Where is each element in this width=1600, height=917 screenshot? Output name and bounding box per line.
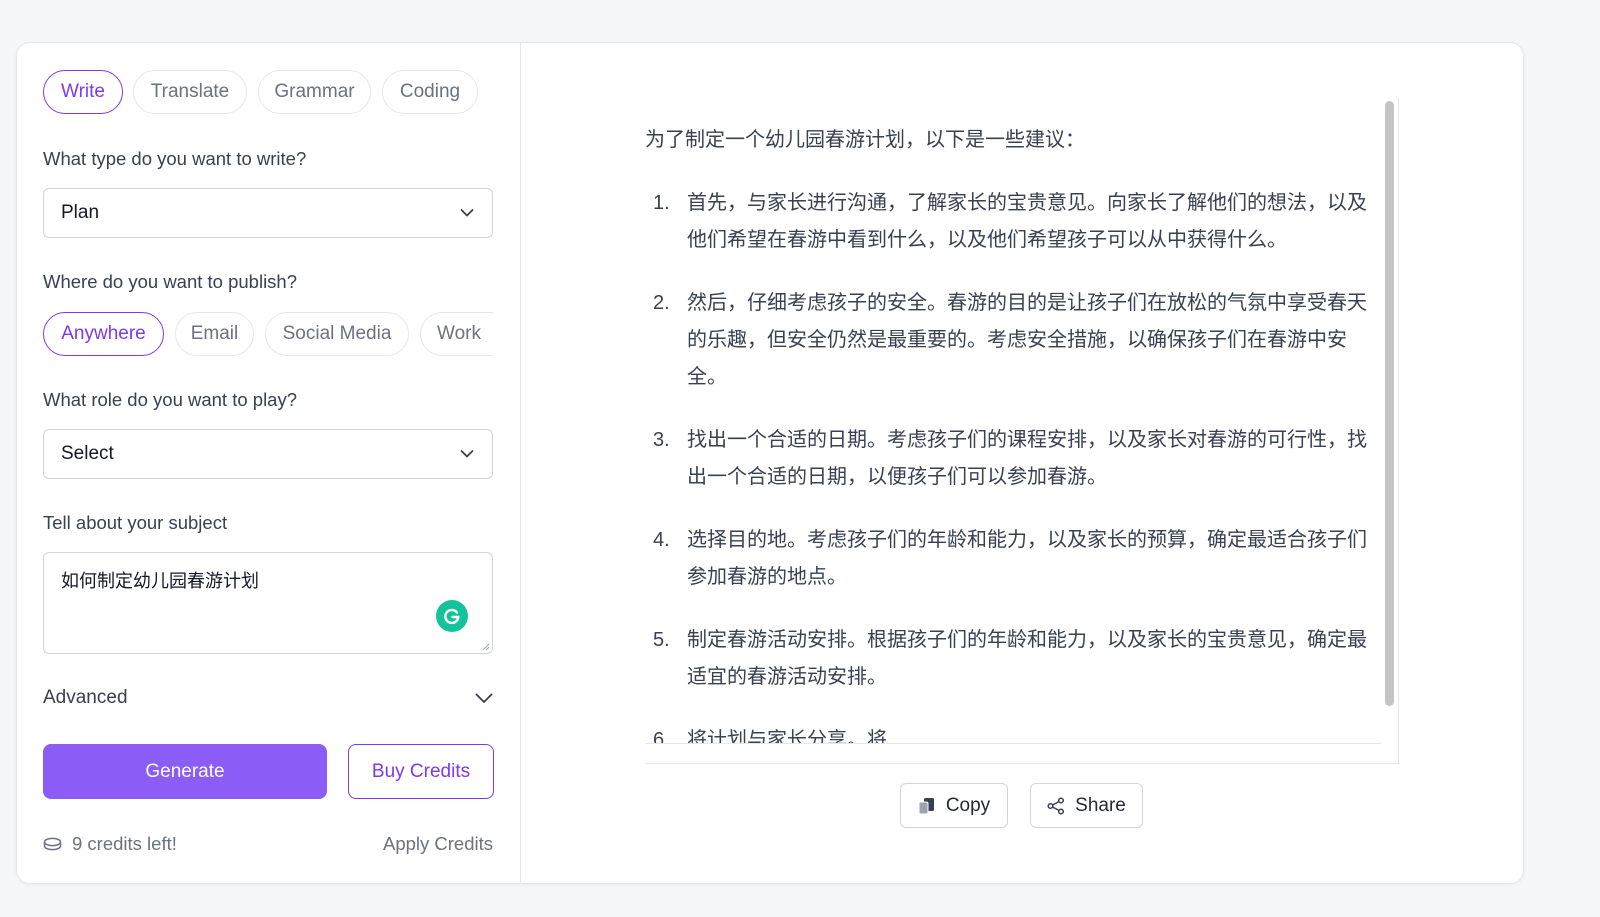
- input-panel: Write Translate Grammar Coding What type…: [17, 43, 521, 883]
- output-list: 1. 首先，与家长进行沟通，了解家长的宝贵意见。向家长了解他们的想法，以及他们希…: [645, 185, 1381, 744]
- share-icon: [1047, 796, 1065, 815]
- list-item: 4. 选择目的地。考虑孩子们的年龄和能力，以及家长的预算，确定最适合孩子们参加春…: [645, 522, 1381, 596]
- subject-textarea[interactable]: 如何制定幼儿园春游计划: [43, 552, 493, 654]
- list-item: 1. 首先，与家长进行沟通，了解家长的宝贵意见。向家长了解他们的想法，以及他们希…: [645, 185, 1381, 259]
- list-item-text: 首先，与家长进行沟通，了解家长的宝贵意见。向家长了解他们的想法，以及他们希望在春…: [687, 192, 1367, 251]
- list-item-text: 将计划与家长分享。将: [687, 729, 887, 744]
- list-item-number: 3.: [653, 429, 670, 451]
- copy-label: Copy: [945, 794, 991, 816]
- role-select-value: Select: [61, 443, 114, 464]
- list-item-text: 然后，仔细考虑孩子的安全。春游的目的是让孩子们在放松的气氛中享受春天的乐趣，但安…: [687, 292, 1367, 388]
- list-item-number: 4.: [653, 529, 670, 551]
- grammarly-icon[interactable]: [436, 600, 468, 632]
- type-question-label: What type do you want to write?: [43, 148, 307, 169]
- copy-button[interactable]: Copy: [900, 783, 1008, 828]
- output-intro: 为了制定一个幼儿园春游计划，以下是一些建议：: [645, 129, 1085, 151]
- list-item-text: 制定春游活动安排。根据孩子们的年龄和能力，以及家长的宝贵意见，确定最适宜的春游活…: [687, 629, 1367, 688]
- advanced-label: Advanced: [43, 687, 128, 708]
- list-item: 3. 找出一个合适的日期。考虑孩子们的课程安排，以及家长对春游的可行性，找出一个…: [645, 422, 1381, 496]
- advanced-toggle[interactable]: Advanced: [43, 683, 493, 713]
- subject-text: 如何制定幼儿园春游计划: [61, 571, 259, 591]
- credits-row: 9 credits left! Apply Credits: [43, 829, 493, 859]
- buy-credits-button[interactable]: Buy Credits: [348, 744, 494, 799]
- tab-coding[interactable]: Coding: [382, 70, 478, 114]
- coins-icon: [43, 837, 62, 851]
- tab-translate[interactable]: Translate: [133, 70, 247, 114]
- output-scroll-area: 为了制定一个幼儿园春游计划，以下是一些建议： 1. 首先，与家长进行沟通，了解家…: [645, 98, 1381, 744]
- list-item-number: 6.: [653, 729, 670, 744]
- list-item: 2. 然后，仔细考虑孩子的安全。春游的目的是让孩子们在放松的气氛中享受春天的乐趣…: [645, 285, 1381, 396]
- list-item-number: 2.: [653, 292, 670, 314]
- list-item-text: 找出一个合适的日期。考虑孩子们的课程安排，以及家长对春游的可行性，找出一个合适的…: [687, 429, 1367, 488]
- chevron-down-icon: [460, 449, 474, 458]
- generate-button[interactable]: Generate: [43, 744, 327, 799]
- publish-question-label: Where do you want to publish?: [43, 271, 298, 292]
- subject-question-label: Tell about your subject: [43, 512, 228, 533]
- resize-handle-icon[interactable]: [480, 641, 490, 651]
- writer-card: Write Translate Grammar Coding What type…: [16, 42, 1524, 884]
- role-select[interactable]: Select: [43, 429, 493, 479]
- apply-credits-link[interactable]: Apply Credits: [383, 833, 493, 855]
- share-button[interactable]: Share: [1030, 783, 1143, 828]
- type-select-value: Plan: [61, 202, 100, 223]
- tab-grammar[interactable]: Grammar: [258, 70, 371, 114]
- output-scrollbar[interactable]: [1385, 101, 1394, 706]
- output-box: 为了制定一个幼儿园春游计划，以下是一些建议： 1. 首先，与家长进行沟通，了解家…: [645, 98, 1399, 764]
- credits-left-text: 9 credits left!: [72, 833, 177, 854]
- list-item-number: 1.: [653, 192, 670, 214]
- publish-work[interactable]: Work: [420, 312, 493, 356]
- list-item: 6. 将计划与家长分享。将: [645, 722, 1381, 744]
- list-item-text: 选择目的地。考虑孩子们的年龄和能力，以及家长的预算，确定最适合孩子们参加春游的地…: [687, 529, 1367, 588]
- publish-email[interactable]: Email: [175, 312, 254, 356]
- type-select[interactable]: Plan: [43, 188, 493, 238]
- share-label: Share: [1075, 794, 1126, 816]
- list-item: 5. 制定春游活动安排。根据孩子们的年龄和能力，以及家长的宝贵意见，确定最适宜的…: [645, 622, 1381, 696]
- role-question-label: What role do you want to play?: [43, 389, 298, 410]
- list-item-number: 5.: [653, 629, 670, 651]
- copy-icon: [918, 797, 934, 814]
- chevron-down-icon: [460, 208, 474, 217]
- publish-anywhere[interactable]: Anywhere: [43, 312, 164, 356]
- chevron-down-icon: [475, 693, 493, 703]
- output-panel: 为了制定一个幼儿园春游计划，以下是一些建议： 1. 首先，与家长进行沟通，了解家…: [522, 43, 1523, 883]
- publish-social-media[interactable]: Social Media: [265, 312, 409, 356]
- tab-write[interactable]: Write: [43, 70, 123, 114]
